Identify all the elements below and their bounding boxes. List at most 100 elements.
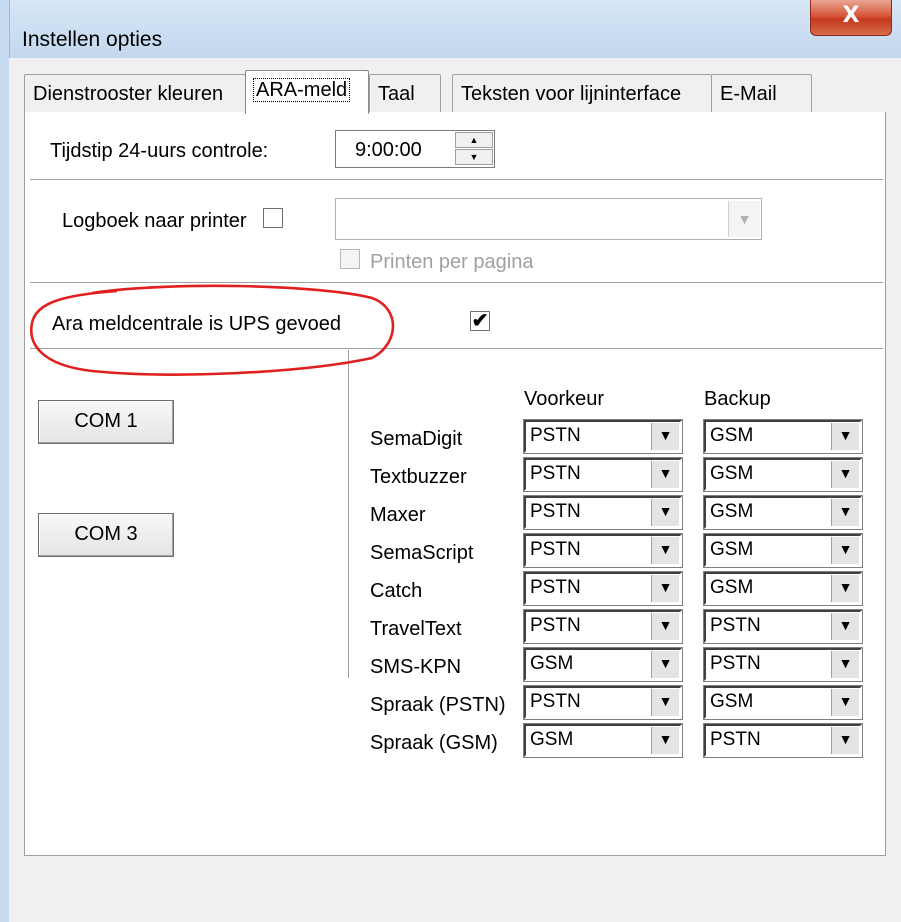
ups-checkbox[interactable]: ✔: [470, 310, 490, 332]
select-value: PSTN: [530, 539, 581, 560]
backup-select[interactable]: GSM ▼: [703, 457, 863, 492]
chevron-down-icon: ▼: [658, 655, 673, 671]
logbook-checkbox[interactable]: [263, 208, 283, 228]
spin-down-button[interactable]: ▼: [455, 149, 493, 165]
chevron-down-icon: ▼: [838, 465, 853, 481]
chevron-down-icon: ▼: [838, 579, 853, 595]
backup-select[interactable]: GSM ▼: [703, 419, 863, 454]
chevron-down-icon: ▼: [658, 731, 673, 747]
backup-select[interactable]: PSTN ▼: [703, 609, 863, 644]
dropdown-button[interactable]: ▼: [831, 461, 859, 488]
chevron-down-icon: ▼: [658, 617, 673, 633]
dropdown-button[interactable]: ▼: [831, 575, 859, 602]
chevron-down-icon: ▼: [838, 503, 853, 519]
backup-select[interactable]: GSM ▼: [703, 495, 863, 530]
select-value: GSM: [710, 425, 754, 446]
select-value: PSTN: [710, 615, 761, 636]
dropdown-button[interactable]: ▼: [831, 651, 859, 678]
select-value: PSTN: [530, 577, 581, 598]
spin-down-icon: ▼: [469, 152, 479, 162]
backup-select[interactable]: PSTN ▼: [703, 647, 863, 682]
com1-button[interactable]: COM 1: [38, 400, 174, 444]
vertical-divider: [348, 350, 349, 678]
tab-label: Dienstrooster kleuren: [33, 83, 224, 105]
chevron-down-icon: ▼: [658, 503, 673, 519]
check-icon: ✔: [471, 310, 489, 332]
voorkeur-select[interactable]: PSTN ▼: [523, 685, 683, 720]
row-label: TravelText: [370, 618, 462, 640]
chevron-down-icon: ▼: [658, 693, 673, 709]
select-value: PSTN: [530, 463, 581, 484]
dropdown-button[interactable]: ▼: [651, 651, 679, 678]
spin-up-button[interactable]: ▲: [455, 132, 493, 148]
select-value: GSM: [710, 577, 754, 598]
select-value: GSM: [710, 463, 754, 484]
voorkeur-select[interactable]: PSTN ▼: [523, 571, 683, 606]
tab-label: E-Mail: [720, 83, 777, 105]
dropdown-button[interactable]: ▼: [831, 613, 859, 640]
chevron-down-icon: ▼: [658, 427, 673, 443]
select-value: PSTN: [710, 729, 761, 750]
row-label: SemaDigit: [370, 428, 463, 450]
voorkeur-select[interactable]: PSTN ▼: [523, 495, 683, 530]
com3-button[interactable]: COM 3: [38, 513, 174, 557]
separator: [30, 179, 883, 181]
row-label: SMS-KPN: [370, 656, 462, 678]
dropdown-button[interactable]: ▼: [651, 537, 679, 564]
tab-teksten-voor-lijninterface[interactable]: Teksten voor lijninterface: [452, 74, 712, 112]
select-value: GSM: [530, 729, 574, 750]
select-value: PSTN: [710, 653, 761, 674]
voorkeur-select[interactable]: GSM ▼: [523, 723, 683, 758]
select-value: GSM: [710, 501, 754, 522]
tab-e-mail[interactable]: E-Mail: [711, 74, 812, 112]
select-value: PSTN: [530, 691, 581, 712]
print-per-page-checkbox[interactable]: [340, 249, 360, 269]
window-title: Instellen opties: [22, 28, 163, 51]
printer-select[interactable]: [335, 198, 762, 240]
close-icon: X: [842, 3, 860, 28]
dropdown-button[interactable]: ▼: [831, 689, 859, 716]
tab-ara-meld[interactable]: ARA-meld: [245, 70, 369, 114]
voorkeur-select[interactable]: PSTN ▼: [523, 609, 683, 644]
dropdown-button[interactable]: ▼: [651, 423, 679, 450]
dropdown-button[interactable]: ▼: [831, 537, 859, 564]
tab-taal[interactable]: Taal: [369, 74, 441, 112]
dropdown-button[interactable]: ▼: [831, 727, 859, 754]
tab-label: ARA-meld: [252, 78, 351, 102]
backup-select[interactable]: PSTN ▼: [703, 723, 863, 758]
voorkeur-select[interactable]: GSM ▼: [523, 647, 683, 682]
check24-spinner: ▲ ▼: [455, 132, 493, 166]
chevron-down-icon: ▼: [838, 541, 853, 557]
tab-label: Taal: [378, 83, 415, 105]
select-value: GSM: [530, 653, 574, 674]
header-backup: Backup: [704, 388, 771, 410]
dropdown-button[interactable]: ▼: [651, 613, 679, 640]
backup-select[interactable]: GSM ▼: [703, 533, 863, 568]
select-value: PSTN: [530, 501, 581, 522]
select-value: GSM: [710, 691, 754, 712]
chevron-down-icon: ▼: [838, 655, 853, 671]
print-per-page-label: Printen per pagina: [370, 251, 534, 273]
voorkeur-select[interactable]: PSTN ▼: [523, 533, 683, 568]
voorkeur-select[interactable]: PSTN ▼: [523, 419, 683, 454]
dropdown-button[interactable]: ▼: [651, 727, 679, 754]
close-button[interactable]: X: [810, 0, 892, 36]
voorkeur-select[interactable]: PSTN ▼: [523, 457, 683, 492]
dropdown-button[interactable]: ▼: [831, 499, 859, 526]
backup-select[interactable]: GSM ▼: [703, 685, 863, 720]
row-label: Maxer: [370, 504, 426, 526]
select-value: PSTN: [530, 615, 581, 636]
backup-select[interactable]: GSM ▼: [703, 571, 863, 606]
dropdown-button[interactable]: ▼: [831, 423, 859, 450]
dropdown-button[interactable]: ▼: [651, 461, 679, 488]
select-value: GSM: [710, 539, 754, 560]
check24-time-value: 9:00:00: [355, 139, 422, 161]
tab-dienstrooster-kleuren[interactable]: Dienstrooster kleuren: [24, 74, 246, 112]
header-voorkeur: Voorkeur: [524, 388, 605, 410]
chevron-down-icon: ▼: [658, 465, 673, 481]
chevron-down-icon: ▼: [658, 541, 673, 557]
printer-dropdown-arrow[interactable]: ▼: [728, 201, 760, 237]
dropdown-button[interactable]: ▼: [651, 575, 679, 602]
dropdown-button[interactable]: ▼: [651, 499, 679, 526]
dropdown-button[interactable]: ▼: [651, 689, 679, 716]
